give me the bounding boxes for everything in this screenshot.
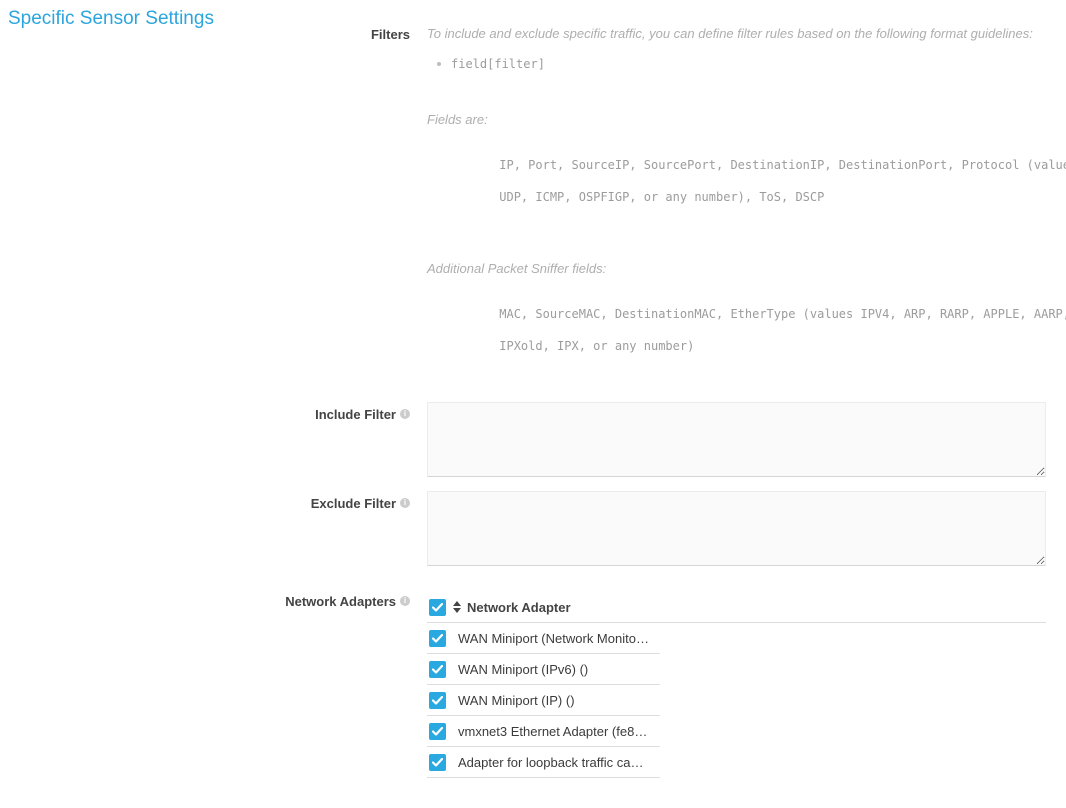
settings-form: Filters To include and exclude specific … <box>0 27 1046 808</box>
adapter-table-header: Network Adapter <box>427 592 1046 623</box>
include-filter-input[interactable] <box>427 402 1046 477</box>
adapter-column-header[interactable]: Network Adapter <box>467 600 571 615</box>
exclude-filter-input[interactable] <box>427 491 1046 566</box>
fields-heading: Fields are: <box>427 113 1046 127</box>
adapter-checkbox[interactable] <box>429 630 446 647</box>
filters-guidelines: To include and exclude specific traffic,… <box>427 27 1046 370</box>
adapter-checkbox[interactable] <box>429 754 446 771</box>
check-icon <box>432 727 443 736</box>
filters-label: Filters <box>0 27 410 370</box>
select-all-checkbox[interactable] <box>429 599 446 616</box>
check-icon <box>432 634 443 643</box>
adapter-name: Adapter for loopback traffic ca… <box>458 755 643 770</box>
adapter-row: Adapter for loopback traffic ca… <box>427 747 660 778</box>
adapter-checkbox[interactable] <box>429 661 446 678</box>
specific-sensor-settings-page: Specific Sensor Settings Filters To incl… <box>0 0 1066 808</box>
exclude-filter-label: Exclude Filter <box>0 491 410 569</box>
sniffer-fields-heading: Additional Packet Sniffer fields: <box>427 262 1046 276</box>
adapter-name: WAN Miniport (IPv6) () <box>458 662 588 677</box>
exclude-filter-row: Exclude Filter <box>0 491 1046 569</box>
include-filter-row: Include Filter <box>0 402 1046 480</box>
info-icon[interactable] <box>400 409 410 419</box>
sniffer-fields-list: MAC, SourceMAC, DestinationMAC, EtherTyp… <box>427 290 1046 370</box>
info-icon[interactable] <box>400 596 410 606</box>
adapter-checkbox[interactable] <box>429 723 446 740</box>
network-adapters-label: Network Adapters <box>0 592 410 778</box>
filters-row: Filters To include and exclude specific … <box>0 27 1046 370</box>
adapter-name: vmxnet3 Ethernet Adapter (fe8… <box>458 724 647 739</box>
adapter-row: vmxnet3 Ethernet Adapter (fe8… <box>427 716 660 747</box>
filters-intro: To include and exclude specific traffic,… <box>427 27 1046 41</box>
check-icon <box>432 758 443 767</box>
network-adapters-row: Network Adapters Network Adapter WAN Min… <box>0 592 1046 778</box>
check-icon <box>432 696 443 705</box>
adapter-checkbox[interactable] <box>429 692 446 709</box>
adapter-name: WAN Miniport (Network Monito… <box>458 631 649 646</box>
fields-list: IP, Port, SourceIP, SourcePort, Destinat… <box>427 141 1046 221</box>
check-icon <box>432 603 443 612</box>
filter-format-bullet: field[filter] <box>427 56 1046 72</box>
filter-format-text: field[filter] <box>451 56 545 72</box>
info-icon[interactable] <box>400 498 410 508</box>
adapter-table: Network Adapter WAN Miniport (Network Mo… <box>427 592 1046 778</box>
sort-icon[interactable] <box>453 601 461 613</box>
adapter-row: WAN Miniport (IPv6) () <box>427 654 660 685</box>
check-icon <box>432 665 443 674</box>
adapter-row: WAN Miniport (Network Monito… <box>427 623 660 654</box>
include-filter-label: Include Filter <box>0 402 410 480</box>
adapter-row: WAN Miniport (IP) () <box>427 685 660 716</box>
bullet-icon <box>437 62 441 66</box>
adapter-name: WAN Miniport (IP) () <box>458 693 575 708</box>
